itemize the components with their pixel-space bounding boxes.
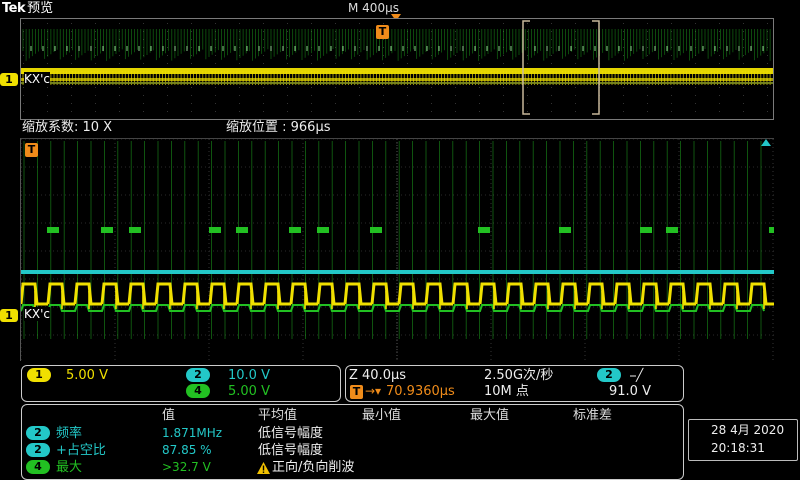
ch1-zoom-marker[interactable]: 1 xyxy=(0,309,18,322)
overview-waveform[interactable] xyxy=(20,18,774,120)
measure-row3-name[interactable]: 最大 xyxy=(56,460,82,475)
measure-header-mean: 平均值 xyxy=(258,408,298,423)
ch4-pulse xyxy=(559,227,571,233)
ch4-scale-chip[interactable]: 4 xyxy=(186,384,210,398)
app-title: Tek 预览 xyxy=(2,0,53,18)
ch4-pulse xyxy=(101,227,113,233)
time-readout: 20:18:31 xyxy=(711,441,765,455)
measurement-panel: 值 平均值 最小值 最大值 标准差 2 频率 1.871MHz 低信号幅度 2 … xyxy=(21,404,684,480)
date-readout: 28 4月 2020 xyxy=(711,423,785,437)
brand-logo: Tek xyxy=(2,1,26,16)
overview-waveform-svg xyxy=(21,23,773,112)
ch4-pulse xyxy=(129,227,141,233)
sample-rate: 2.50G次/秒 xyxy=(484,368,554,383)
ch1-zoom-label: KX'c xyxy=(24,307,50,321)
ch4-pulse xyxy=(478,227,490,233)
zoom-ch4-trace xyxy=(20,304,765,312)
overview-trigger-marker-icon[interactable]: T xyxy=(376,25,389,39)
ch4-pulse xyxy=(769,227,781,233)
measure-row3-note: 正向/负向削波 xyxy=(272,460,355,475)
zoom-waveform[interactable] xyxy=(19,138,781,361)
ch1-overview-label: KX'c xyxy=(24,72,50,86)
ch4-pulse xyxy=(317,227,329,233)
ch4-pulse xyxy=(666,227,678,233)
zoom-ch2-trace xyxy=(21,270,774,274)
ch4-pulse xyxy=(236,227,248,233)
ch4-pulse xyxy=(209,227,221,233)
measure-row2-chip[interactable]: 2 xyxy=(26,443,50,457)
measure-row2-name[interactable]: +占空比 xyxy=(56,443,106,458)
zoom-waveform-svg xyxy=(19,138,781,361)
ch4-pulse xyxy=(47,227,59,233)
ch4-pulse xyxy=(640,227,652,233)
measure-row1-value: 1.871MHz xyxy=(162,426,223,440)
zoom-factor-label: 缩放系数: 10 X xyxy=(22,120,113,135)
warning-icon xyxy=(257,462,270,474)
measure-row2-value: 87.85 % xyxy=(162,443,212,457)
zoom-time-scale: Z 40.0µs xyxy=(349,368,407,383)
ch4-scale-value[interactable]: 5.00 V xyxy=(228,384,270,399)
channel-scale-panel: 1 5.00 V 2 10.0 V 4 5.00 V xyxy=(21,365,341,402)
measure-header-value: 值 xyxy=(162,408,176,423)
zoom-ch4-spikes xyxy=(23,141,762,339)
ch1-scale-value[interactable]: 5.00 V xyxy=(66,368,108,383)
measure-header-stddev: 标准差 xyxy=(573,408,613,423)
ch4-pulse xyxy=(289,227,301,233)
overview-ch4-trace xyxy=(22,29,771,61)
overview-ch1-band xyxy=(21,68,773,74)
ch1-overview-marker[interactable]: 1 xyxy=(0,73,18,86)
zoom-trigger-marker-icon[interactable]: T xyxy=(25,143,38,157)
trigger-offset-marker-icon: T xyxy=(350,385,363,399)
trigger-source-chip[interactable]: 2 xyxy=(597,368,621,382)
measure-row3-value: >32.7 V xyxy=(162,460,211,474)
measure-row3-chip[interactable]: 4 xyxy=(26,460,50,474)
ch2-scale-chip[interactable]: 2 xyxy=(186,368,210,382)
trigger-slope-icon: ⎯╱ xyxy=(630,368,644,382)
measure-header-max: 最大值 xyxy=(470,408,510,423)
measure-header-min: 最小值 xyxy=(362,408,402,423)
measure-row1-name[interactable]: 频率 xyxy=(56,426,82,441)
mode-label: 预览 xyxy=(27,1,54,16)
ch1-scale-chip[interactable]: 1 xyxy=(27,368,51,382)
zoom-position-label: 缩放位置 : 966µs xyxy=(226,120,331,135)
measure-row1-chip[interactable]: 2 xyxy=(26,426,50,440)
ch2-scale-value[interactable]: 10.0 V xyxy=(228,368,270,383)
datetime-panel[interactable]: 28 4月 2020 20:18:31 xyxy=(688,419,798,461)
record-length: 10M 点 xyxy=(484,384,529,399)
trigger-level: 91.0 V xyxy=(609,384,651,399)
measure-row1-note: 低信号幅度 xyxy=(258,426,324,441)
acquisition-panel[interactable]: Z 40.0µs 2.50G次/秒 2 ⎯╱ T →▾ 70.9360µs 10… xyxy=(345,365,684,402)
ch4-pulse xyxy=(370,227,382,233)
zoom-window-bracket[interactable] xyxy=(522,20,602,116)
trigger-offset-arrow-icon: →▾ xyxy=(365,384,382,398)
trigger-offset: 70.9360µs xyxy=(386,384,455,399)
measure-row2-note: 低信号幅度 xyxy=(258,443,324,458)
